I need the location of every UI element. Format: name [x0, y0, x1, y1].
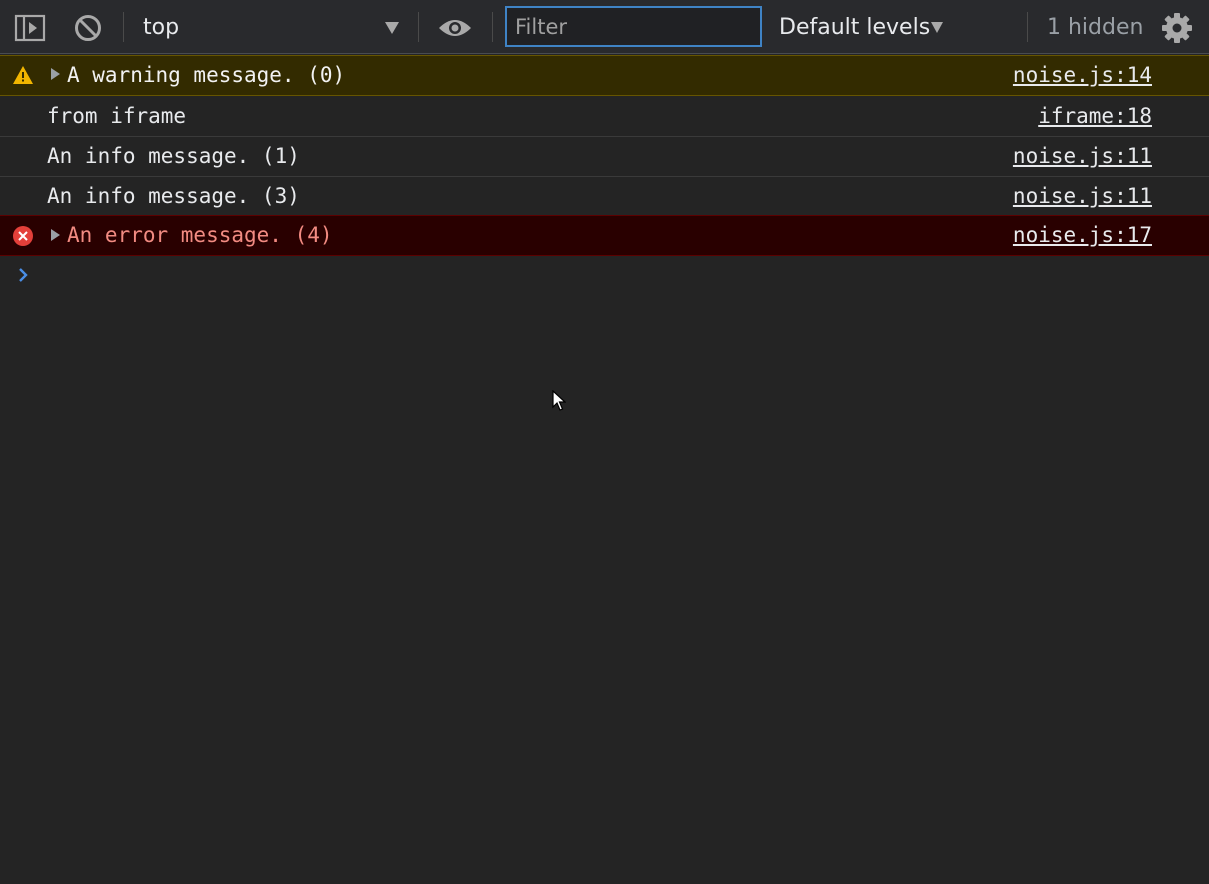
message-text: from iframe — [47, 104, 187, 128]
sidebar-toggle-icon — [14, 14, 46, 42]
toolbar-separator — [123, 12, 124, 42]
clear-console-button[interactable] — [70, 11, 106, 45]
toolbar-separator — [1027, 12, 1028, 42]
expand-triangle-icon[interactable] — [51, 229, 60, 241]
console-message-error[interactable]: An error message. (4) noise.js:17 — [0, 215, 1209, 256]
console-message-log[interactable]: An info message. (3) noise.js:11 — [0, 177, 1209, 217]
live-expression-button[interactable] — [436, 12, 474, 44]
toolbar-separator — [418, 12, 419, 42]
context-selector[interactable]: top — [130, 8, 410, 48]
eye-icon — [439, 20, 471, 36]
console-message-warning[interactable]: A warning message. (0) noise.js:14 — [0, 55, 1209, 96]
console-prompt[interactable] — [0, 258, 1209, 292]
gear-icon — [1162, 13, 1192, 43]
sidebar-toggle-button[interactable] — [12, 12, 48, 44]
warning-icon — [13, 66, 33, 84]
chevron-right-icon — [19, 268, 28, 282]
filter-input[interactable] — [505, 6, 762, 47]
clear-console-icon — [75, 15, 101, 41]
log-levels-label: Default levels — [779, 15, 931, 40]
message-source-link[interactable]: noise.js:11 — [1013, 137, 1152, 175]
console-message-log[interactable]: An info message. (1) noise.js:11 — [0, 137, 1209, 177]
console-settings-button[interactable] — [1158, 10, 1196, 46]
mouse-cursor-icon — [552, 390, 566, 411]
message-text: An error message. (4) — [67, 223, 333, 247]
console-toolbar: top Default levels 1 hidden — [0, 0, 1209, 54]
message-source-link[interactable]: noise.js:14 — [1013, 56, 1152, 94]
message-text: An info message. (1) — [47, 144, 300, 168]
error-icon — [13, 226, 33, 246]
message-source-link[interactable]: iframe:18 — [1038, 97, 1152, 135]
message-text: An info message. (3) — [47, 184, 300, 208]
message-source-link[interactable]: noise.js:11 — [1013, 177, 1152, 215]
hidden-messages-count: 1 hidden — [1047, 15, 1144, 40]
message-text: A warning message. (0) — [67, 63, 346, 87]
dropdown-arrow-icon — [385, 22, 399, 34]
message-source-link[interactable]: noise.js:17 — [1013, 216, 1152, 254]
dropdown-arrow-icon — [931, 22, 943, 33]
toolbar-separator — [492, 12, 493, 42]
context-selector-label: top — [143, 15, 180, 40]
log-levels-dropdown[interactable]: Default levels — [772, 8, 952, 48]
console-message-log[interactable]: from iframe iframe:18 — [0, 97, 1209, 137]
expand-triangle-icon[interactable] — [51, 68, 60, 80]
